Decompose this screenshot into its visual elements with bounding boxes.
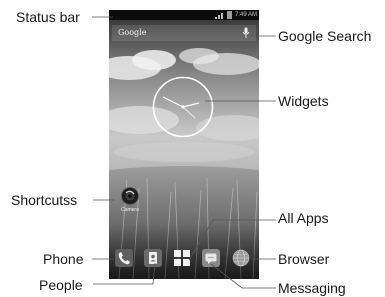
- status-bar: 7:49 AM: [109, 10, 259, 20]
- people-label: People: [39, 277, 83, 293]
- status-bar-label: Status bar: [16, 9, 80, 25]
- phone-screen: 7:49 AM Google Camera: [109, 10, 259, 279]
- microphone-icon[interactable]: [242, 27, 250, 39]
- status-time: 7:49 AM: [234, 12, 257, 18]
- widgets-label: Widgets: [278, 93, 329, 109]
- globe-icon: [232, 249, 250, 267]
- shortcuts-label: Shortcutss: [11, 192, 78, 208]
- phone-label: Phone: [43, 251, 84, 267]
- browser-label: Browser: [278, 251, 330, 267]
- signal-icon: [215, 11, 237, 19]
- all-apps-label: All Apps: [278, 210, 329, 226]
- google-search-bar[interactable]: Google: [112, 25, 256, 41]
- all-apps-dock-icon[interactable]: [173, 249, 191, 267]
- messaging-label: Messaging: [278, 280, 346, 296]
- analog-clock-widget[interactable]: [152, 76, 214, 138]
- google-search-label: Google Search: [278, 28, 372, 44]
- browser-dock-icon[interactable]: [232, 249, 250, 267]
- camera-shortcut-icon[interactable]: [121, 187, 139, 205]
- phone-handset-icon: [118, 252, 130, 265]
- people-dock-icon[interactable]: [144, 249, 162, 267]
- wallpaper: [109, 20, 259, 279]
- message-bubble-icon: [205, 253, 217, 264]
- google-logo: Google: [118, 28, 147, 37]
- annotated-home-screen-diagram: 7:49 AM Google Camera Status bar Google …: [0, 0, 385, 297]
- messaging-dock-icon[interactable]: [202, 249, 220, 267]
- shortcut-label: Camera: [121, 207, 139, 213]
- contact-card-icon: [149, 252, 157, 264]
- phone-dock-icon[interactable]: [115, 249, 133, 267]
- app-grid-icon: [174, 250, 190, 266]
